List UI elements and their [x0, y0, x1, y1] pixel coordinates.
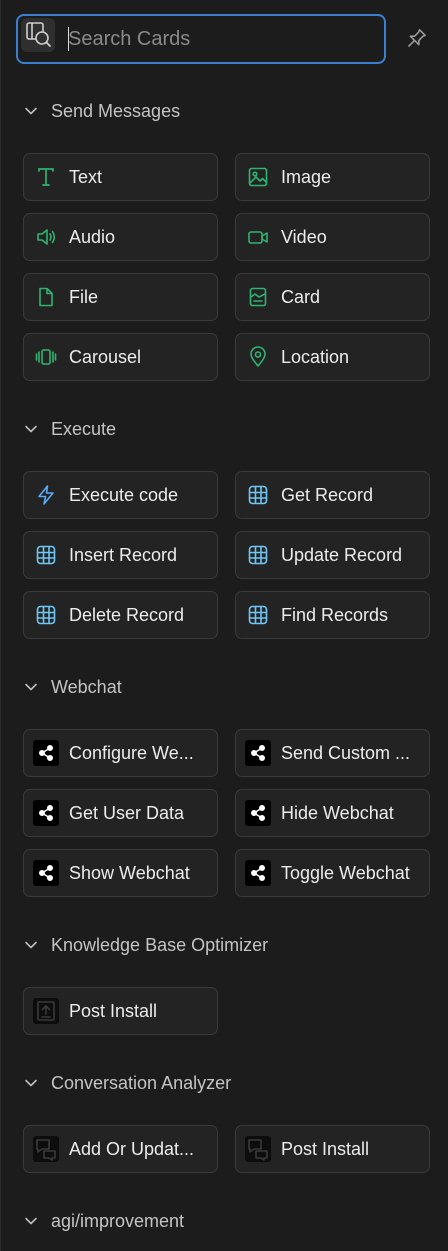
section-title: Execute — [51, 418, 117, 439]
cards-panel: Send Messages Text Image Audio Video File Card… — [0, 0, 448, 1251]
chat-icon — [245, 1136, 271, 1162]
search-icon — [21, 18, 55, 52]
share-icon — [245, 860, 271, 886]
card-label: Post Install — [281, 1138, 370, 1159]
table-icon — [247, 484, 269, 506]
card-button[interactable]: Configure We... — [23, 729, 218, 777]
section-header[interactable]: agi/improvement — [23, 1206, 184, 1236]
lightning-icon — [35, 484, 57, 506]
audio-icon — [35, 226, 57, 248]
card-label: Execute code — [69, 484, 179, 505]
text-caret — [68, 27, 69, 51]
card-label: Post Install — [69, 1000, 158, 1021]
chevron-down-icon — [25, 941, 37, 949]
section-header[interactable]: Conversation Analyzer — [23, 1068, 231, 1098]
card-button[interactable]: Post Install — [23, 987, 218, 1035]
table-icon — [35, 604, 57, 626]
section-header[interactable]: Webchat — [23, 672, 122, 702]
text-icon — [35, 166, 57, 188]
chevron-down-icon — [25, 683, 37, 691]
search-input[interactable] — [68, 22, 368, 56]
card-button[interactable]: Audio — [23, 213, 218, 261]
card-button[interactable]: Carousel — [23, 333, 218, 381]
chevron-down-icon — [25, 107, 37, 115]
card-label: Send Custom ... — [281, 742, 411, 763]
card-label: Location — [281, 346, 350, 367]
card-label: Get Record — [281, 484, 374, 505]
section-header[interactable]: Execute — [23, 414, 116, 444]
card-button[interactable]: Location — [235, 333, 430, 381]
card-label: Image — [281, 166, 332, 187]
card-label: Add Or Updat... — [69, 1138, 195, 1159]
chat-icon — [33, 1136, 59, 1162]
card-button[interactable]: Delete Record — [23, 591, 218, 639]
card-button[interactable]: Add Or Updat... — [23, 1125, 218, 1173]
video-icon — [247, 226, 269, 248]
card-button[interactable]: Find Records — [235, 591, 430, 639]
section-title: Knowledge Base Optimizer — [51, 934, 269, 955]
upload-icon — [33, 998, 59, 1024]
share-icon — [245, 800, 271, 826]
search-row — [1, 0, 448, 72]
share-icon — [33, 860, 59, 886]
card-label: Card — [281, 286, 321, 307]
share-icon — [245, 740, 271, 766]
file-icon — [35, 286, 57, 308]
card-button[interactable]: Hide Webchat — [235, 789, 430, 837]
carousel-icon — [35, 346, 57, 368]
card-label: Delete Record — [69, 604, 185, 625]
card-button[interactable]: Update Record — [235, 531, 430, 579]
card-label: Audio — [69, 226, 116, 247]
card-label: Carousel — [69, 346, 142, 367]
card-label: Hide Webchat — [281, 802, 394, 823]
card-button[interactable]: Toggle Webchat — [235, 849, 430, 897]
card-button[interactable]: Execute code — [23, 471, 218, 519]
card-label: Update Record — [281, 544, 403, 565]
card-button[interactable]: Post Install — [235, 1125, 430, 1173]
card-button[interactable]: Video — [235, 213, 430, 261]
card-button[interactable]: File — [23, 273, 218, 321]
share-icon — [33, 740, 59, 766]
card-label: Get User Data — [69, 802, 185, 823]
table-icon — [247, 604, 269, 626]
card-button[interactable]: Show Webchat — [23, 849, 218, 897]
card-label: Insert Record — [69, 544, 178, 565]
card-button[interactable]: Text — [23, 153, 218, 201]
table-icon — [35, 544, 57, 566]
card-label: File — [69, 286, 99, 307]
card-button[interactable]: Send Custom ... — [235, 729, 430, 777]
card-button[interactable]: Card — [235, 273, 430, 321]
section-title: Conversation Analyzer — [51, 1072, 232, 1093]
section-title: agi/improvement — [51, 1210, 185, 1231]
card-label: Video — [281, 226, 327, 247]
card-button[interactable]: Insert Record — [23, 531, 218, 579]
section-header[interactable]: Knowledge Base Optimizer — [23, 930, 268, 960]
section-title: Send Messages — [51, 100, 181, 121]
chevron-down-icon — [25, 1079, 37, 1087]
table-icon — [247, 544, 269, 566]
share-icon — [33, 800, 59, 826]
section-header[interactable]: Send Messages — [23, 96, 180, 126]
card-button[interactable]: Get Record — [235, 471, 430, 519]
chevron-down-icon — [25, 425, 37, 433]
card-button[interactable]: Image — [235, 153, 430, 201]
card-label: Show Webchat — [69, 862, 190, 883]
chevron-down-icon — [25, 1217, 37, 1225]
card-label: Text — [69, 166, 103, 187]
pin-icon[interactable] — [401, 24, 431, 54]
image-icon — [247, 166, 269, 188]
card-label: Configure We... — [69, 742, 194, 763]
card-label: Toggle Webchat — [281, 862, 410, 883]
card-label: Find Records — [281, 604, 389, 625]
card-icon — [247, 286, 269, 308]
location-icon — [247, 346, 269, 368]
card-button[interactable]: Get User Data — [23, 789, 218, 837]
section-title: Webchat — [51, 676, 122, 697]
